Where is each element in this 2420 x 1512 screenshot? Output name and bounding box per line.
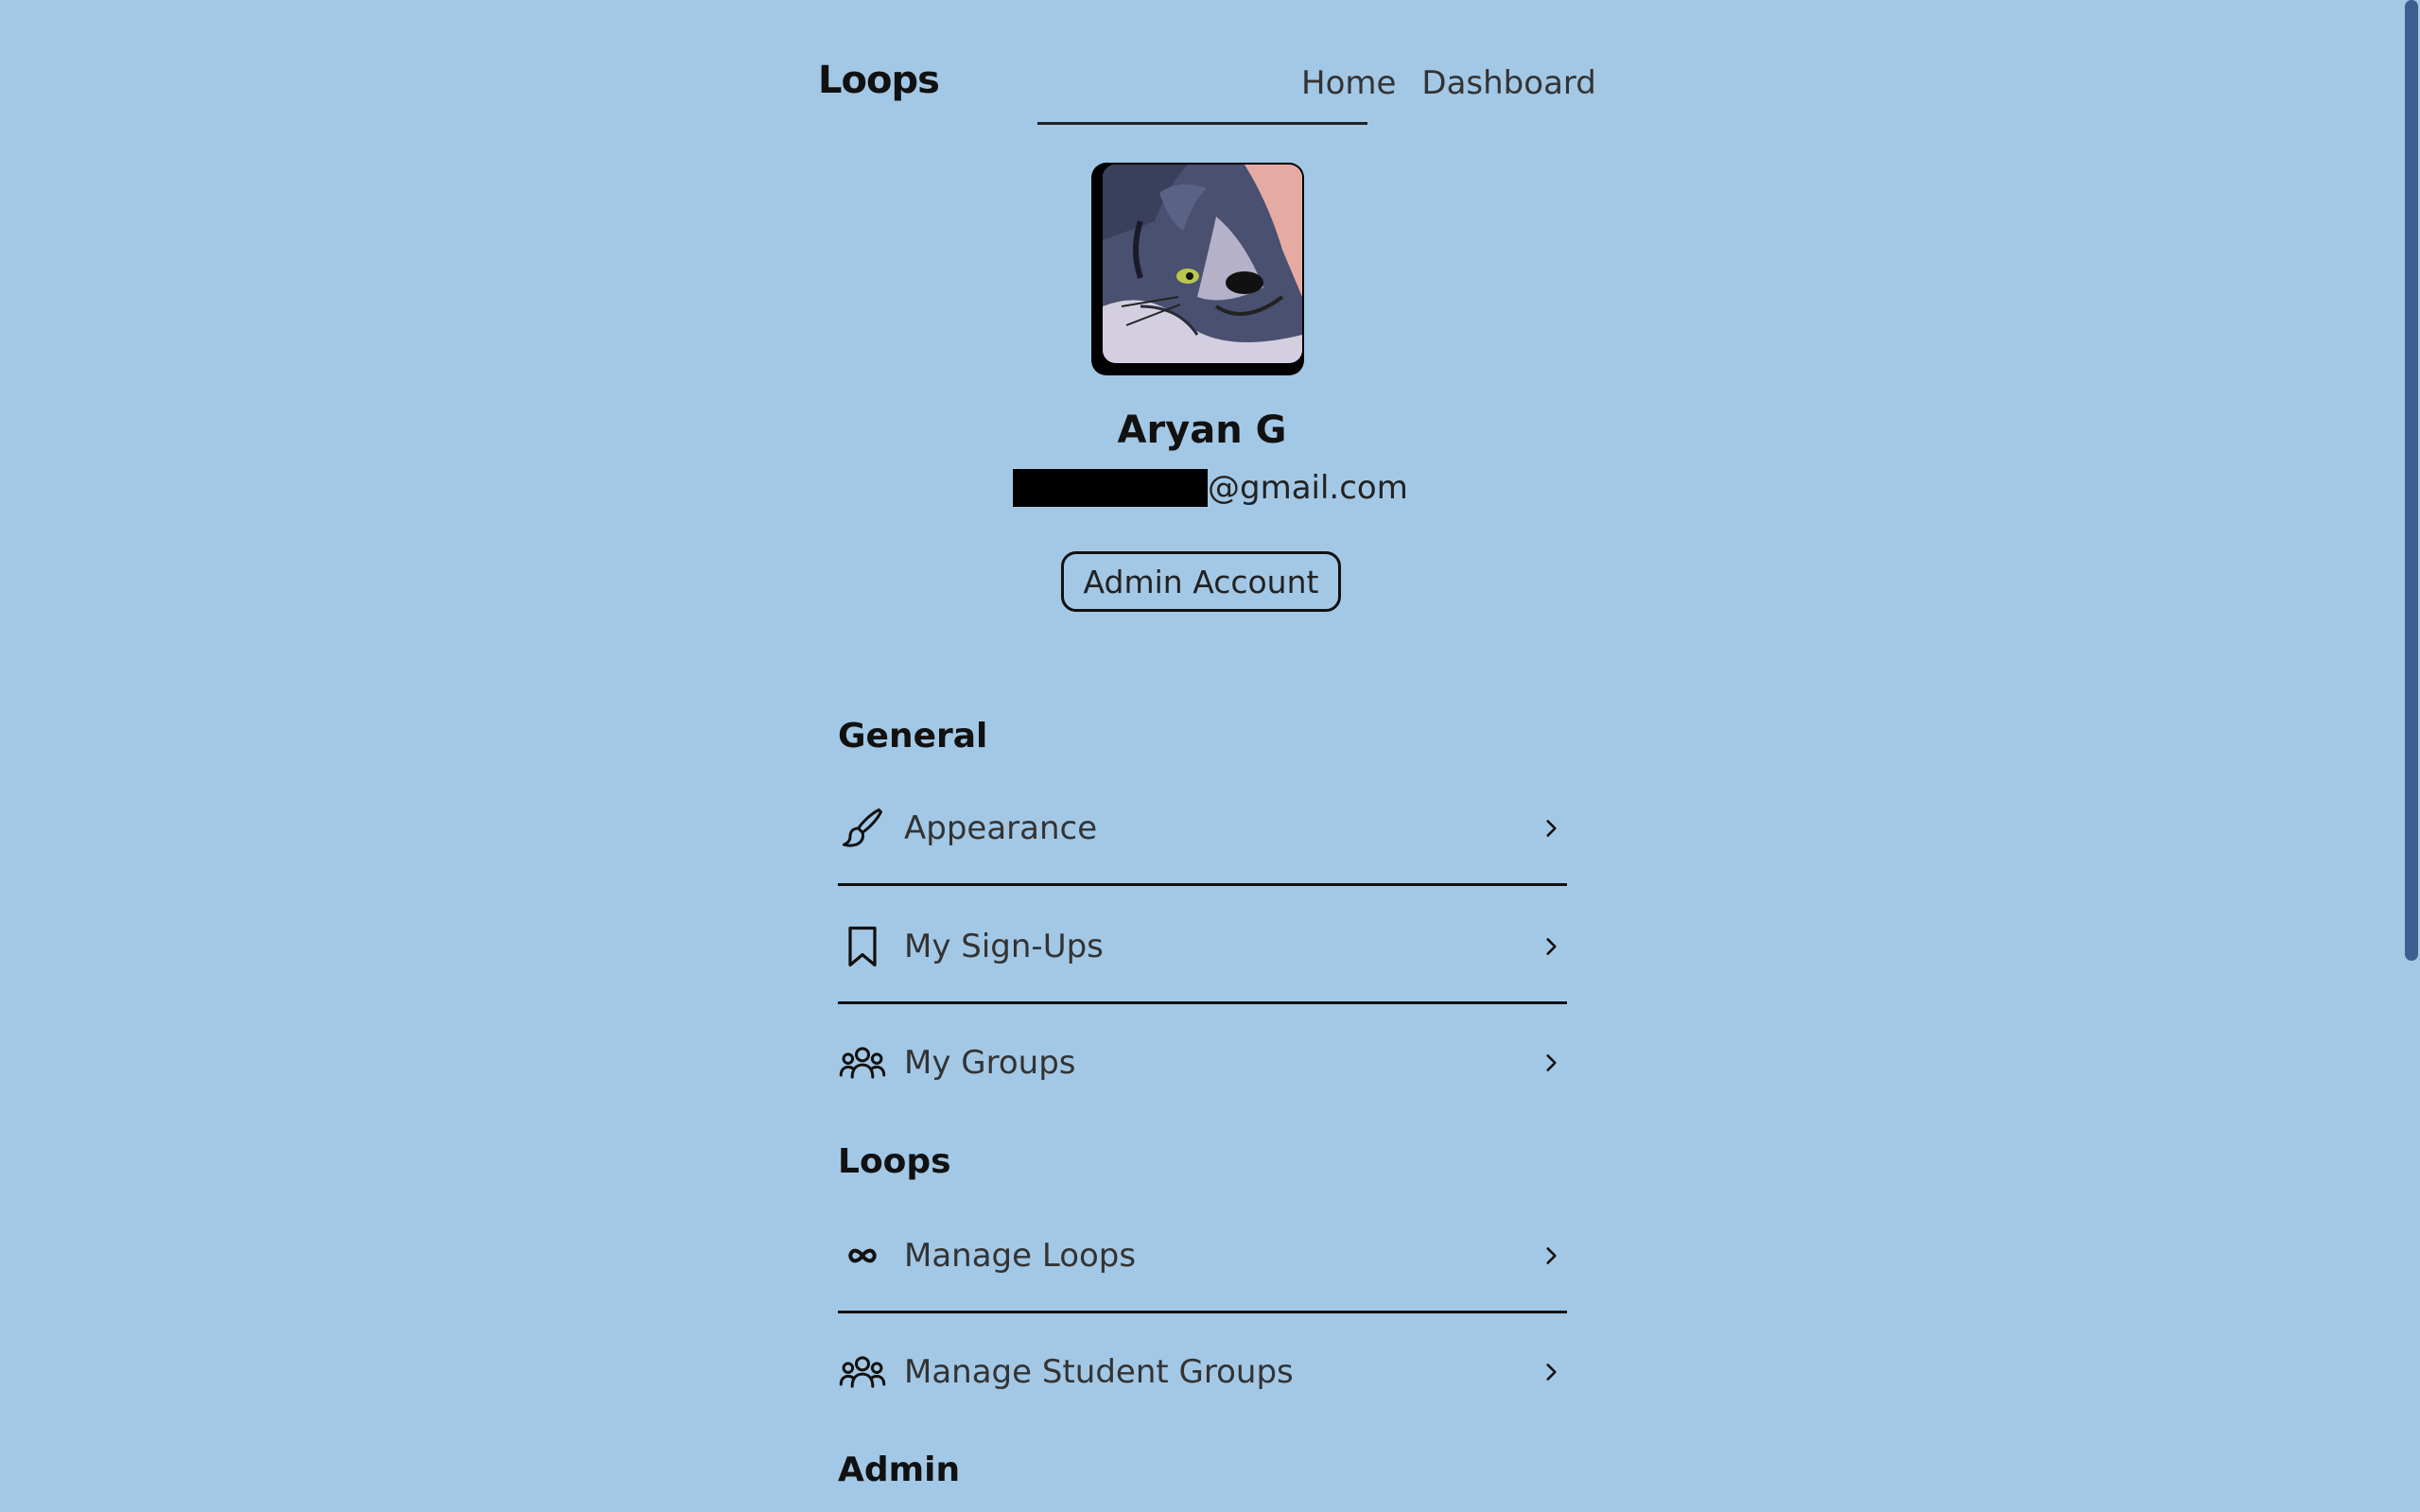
avatar-frame [1091, 163, 1304, 375]
app-logo[interactable]: Loops [818, 59, 940, 102]
menu-item-label: Appearance [904, 808, 1098, 847]
nav-divider [1037, 122, 1367, 125]
admin-account-button[interactable]: Admin Account [1061, 551, 1341, 612]
avatar[interactable] [1103, 165, 1302, 363]
menu-item-manage-loops[interactable]: Manage Loops [838, 1200, 1567, 1313]
menu-item-label: My Sign-Ups [904, 927, 1104, 965]
avatar-cat-image [1103, 165, 1302, 363]
top-nav: Home Dashboard [1301, 64, 1596, 102]
section-title-general: General [838, 717, 988, 756]
chevron-right-icon [1535, 1356, 1567, 1388]
scrollbar-track[interactable] [2404, 0, 2420, 1512]
users-icon [838, 1347, 887, 1397]
profile-page: Loops Home Dashboard Aryan G @gmail.com … [0, 0, 2420, 1512]
nav-home[interactable]: Home [1301, 64, 1396, 102]
user-name: Aryan G [1117, 408, 1287, 452]
scrollbar-thumb[interactable] [2405, 0, 2418, 961]
nav-dashboard[interactable]: Dashboard [1421, 64, 1595, 102]
chevron-right-icon [1535, 1047, 1567, 1079]
menu-item-appearance[interactable]: Appearance [838, 773, 1567, 886]
menu-item-label: My Groups [904, 1044, 1076, 1082]
infinity-icon [838, 1231, 887, 1280]
email-redaction [1013, 469, 1208, 507]
chevron-right-icon [1535, 812, 1567, 844]
menu-item-manage-student-groups[interactable]: Manage Student Groups [838, 1315, 1567, 1429]
menu-item-label: Manage Loops [904, 1236, 1137, 1275]
chevron-right-icon [1535, 1240, 1567, 1272]
users-icon [838, 1038, 887, 1087]
menu-item-my-sign-ups[interactable]: My Sign-Ups [838, 891, 1567, 1004]
bookmark-icon [838, 922, 887, 971]
section-title-loops: Loops [838, 1142, 951, 1181]
section-title-admin: Admin [838, 1451, 961, 1489]
menu-item-label: Manage Student Groups [904, 1353, 1294, 1391]
user-email: @gmail.com [1013, 468, 1408, 508]
menu-item-my-groups[interactable]: My Groups [838, 1006, 1567, 1120]
paintbrush-icon [838, 804, 887, 853]
chevron-right-icon [1535, 930, 1567, 963]
email-suffix: @gmail.com [1208, 469, 1408, 507]
